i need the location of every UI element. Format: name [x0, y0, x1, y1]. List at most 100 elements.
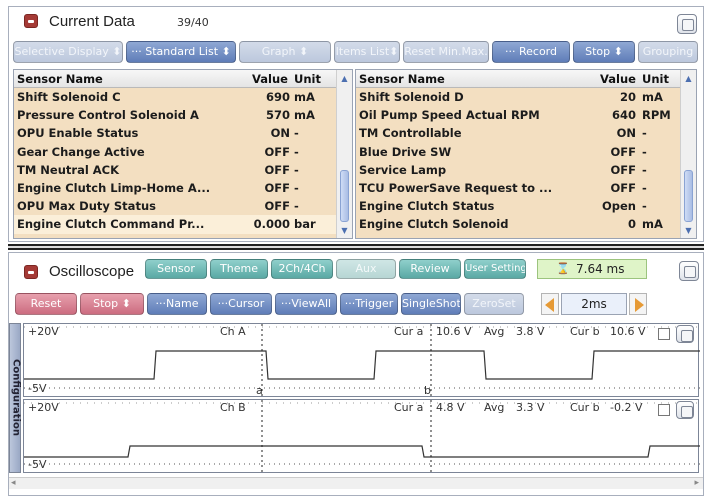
graph-button[interactable]: Graph ⬍: [239, 41, 331, 63]
table-row[interactable]: Shift Solenoid C 690 mA: [14, 88, 338, 106]
sensor-name: Blue Drive SW: [359, 144, 452, 159]
ch-a-cur-a-label: Cur a: [394, 325, 424, 338]
table-row[interactable]: Service Lamp OFF -: [356, 161, 682, 179]
sensor-value: OFF: [264, 144, 291, 159]
table-scrollbar[interactable]: ▲ ▼: [680, 70, 696, 238]
col-sensor-name[interactable]: Sensor Name: [359, 72, 445, 86]
table-row[interactable]: TCU PowerSave Request to ... OFF -: [356, 179, 682, 197]
zero-set-button[interactable]: ZeroSet: [464, 293, 524, 315]
sensor-value: OFF: [610, 162, 637, 177]
single-shot-button[interactable]: SingleShot: [401, 293, 461, 315]
dots-icon: ···: [504, 45, 516, 58]
ch-a-maximize-icon[interactable]: [676, 325, 694, 343]
ch-a-avg-label: Avg: [484, 325, 505, 338]
col-unit[interactable]: Unit: [642, 72, 669, 86]
sensor-value: 0.000: [253, 217, 290, 232]
col-unit[interactable]: Unit: [294, 72, 321, 86]
time-div-prev-button[interactable]: [541, 293, 559, 315]
scroll-down-icon[interactable]: ▼: [683, 225, 694, 236]
tab-2ch-4ch[interactable]: 2Ch/4Ch: [271, 259, 333, 279]
reset-min-max-button[interactable]: Reset Min.Max.: [403, 41, 489, 63]
view-all-button[interactable]: ···ViewAll: [275, 293, 337, 315]
sensor-name: Service Lamp: [359, 162, 447, 177]
tab-sensor[interactable]: Sensor: [145, 259, 207, 279]
table-row[interactable]: OPU Enable Status ON -: [14, 124, 338, 142]
selective-display-button[interactable]: Selective Display ⬍: [13, 41, 123, 63]
scroll-up-icon[interactable]: ▲: [683, 73, 694, 84]
grouping-button[interactable]: Grouping: [638, 41, 698, 63]
stop-button[interactable]: Stop ⬍: [80, 293, 144, 315]
horizontal-scrollbar[interactable]: ◂ ▸: [9, 477, 703, 489]
spinner-icon: ⬍: [112, 45, 122, 58]
table-row[interactable]: Engine Clutch Command Pr... 0.000 bar: [14, 215, 338, 234]
sensor-value: 690: [265, 90, 290, 104]
table-row[interactable]: Engine Clutch Solenoid 0 mA: [356, 215, 682, 233]
maximize-icon[interactable]: [679, 261, 699, 281]
sensor-name: OPU Max Duty Status: [17, 199, 156, 214]
sensor-unit: -: [294, 180, 299, 195]
app-logo-icon: [24, 14, 38, 28]
ch-b-maximize-icon[interactable]: [676, 401, 694, 419]
sensor-value: OFF: [264, 199, 291, 214]
sensor-name: Shift Solenoid D: [359, 90, 464, 104]
scroll-right-icon[interactable]: ▸: [694, 478, 699, 488]
standard-list-button[interactable]: ··· Standard List ⬍: [126, 41, 236, 63]
channel-b-scope: +20V -5V Ch B Cur a 4.8 V Avg 3.3 V Cur …: [23, 399, 700, 474]
ch-a-name: Ch A: [220, 325, 246, 338]
table-row[interactable]: Engine Clutch Status Open -: [356, 197, 682, 215]
col-sensor-name[interactable]: Sensor Name: [17, 72, 103, 86]
ch-a-top-scale: +20V: [28, 325, 59, 338]
scroll-down-icon[interactable]: ▼: [339, 225, 350, 236]
cursor-button[interactable]: ···Cursor: [210, 293, 272, 315]
dots-icon: ···: [131, 45, 142, 58]
sensor-name: Engine Clutch Command Pr...: [17, 217, 205, 232]
table-row[interactable]: Gear Change Active OFF -: [14, 143, 338, 161]
tab-user-setting[interactable]: User Setting: [464, 259, 526, 279]
table-header: Sensor Name Value Unit: [14, 70, 338, 88]
col-value[interactable]: Value: [600, 72, 636, 86]
sensor-name: TM Controllable: [359, 126, 462, 141]
sensor-unit: -: [642, 199, 647, 214]
scroll-thumb[interactable]: [340, 170, 349, 222]
table-row[interactable]: Pressure Control Solenoid A 570 mA: [14, 106, 338, 124]
table-row[interactable]: Shift Solenoid D 20 mA: [356, 88, 682, 106]
ch-b-enable-checkbox[interactable]: [658, 404, 670, 416]
maximize-icon[interactable]: [677, 14, 697, 34]
table-row[interactable]: Blue Drive SW OFF -: [356, 143, 682, 161]
table-row[interactable]: TM Controllable ON -: [356, 124, 682, 142]
scroll-up-icon[interactable]: ▲: [339, 73, 350, 84]
reset-button[interactable]: Reset: [15, 293, 77, 315]
sensor-name: Oil Pump Speed Actual RPM: [359, 108, 540, 123]
current-data-title: Current Data: [49, 13, 135, 30]
ch-a-bottom-scale: -5V: [28, 382, 47, 395]
scroll-left-icon[interactable]: ◂: [11, 478, 16, 488]
time-div-next-button[interactable]: [629, 293, 647, 315]
table-scrollbar[interactable]: ▲ ▼: [336, 70, 352, 238]
tab-review[interactable]: Review: [399, 259, 461, 279]
panel-splitter[interactable]: [8, 244, 704, 250]
ch-b-cur-a-label: Cur a: [394, 401, 424, 414]
items-list-button[interactable]: Items List⬍: [334, 41, 400, 63]
ch-a-enable-checkbox[interactable]: [658, 328, 670, 340]
stop-button[interactable]: Stop ⬍: [573, 41, 635, 63]
tab-aux[interactable]: Aux: [336, 259, 396, 279]
table-row[interactable]: Oil Pump Speed Actual RPM 640 RPM: [356, 106, 682, 124]
sensor-unit: -: [294, 144, 299, 159]
record-button[interactable]: ··· Record: [492, 41, 570, 63]
tab-theme[interactable]: Theme: [210, 259, 268, 279]
sensor-value: ON: [616, 126, 636, 141]
configuration-side-tab[interactable]: Configuration: [9, 323, 22, 473]
oscilloscope-panel: Oscilloscope Sensor Theme 2Ch/4Ch Aux Re…: [8, 252, 704, 496]
sensor-unit: -: [294, 199, 299, 214]
sensor-value: OFF: [264, 162, 291, 177]
spinner-icon: ⬍: [221, 45, 231, 58]
col-value[interactable]: Value: [252, 72, 288, 86]
name-button[interactable]: ···Name: [147, 293, 207, 315]
table-row[interactable]: OPU Max Duty Status OFF -: [14, 197, 338, 215]
table-row[interactable]: TM Neutral ACK OFF -: [14, 161, 338, 179]
scroll-thumb[interactable]: [684, 170, 693, 222]
ch-a-marker-a: a: [256, 384, 263, 397]
sensor-value: 570: [265, 108, 290, 123]
trigger-button[interactable]: ···Trigger: [340, 293, 398, 315]
table-row[interactable]: Engine Clutch Limp-Home A... OFF -: [14, 179, 338, 197]
